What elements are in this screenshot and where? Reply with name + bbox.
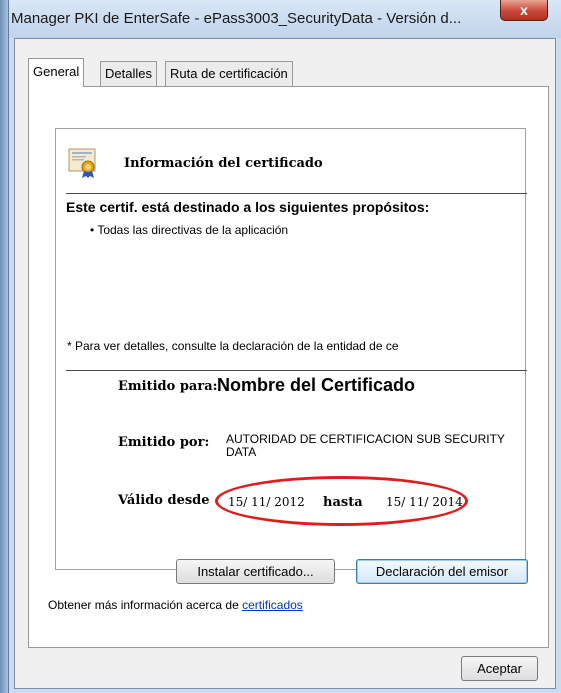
purpose-heading: Este certif. está destinado a los siguie… <box>66 199 430 215</box>
certificate-dialog: Manager PKI de EnterSafe - ePass3003_Sec… <box>8 0 561 693</box>
tab-panel-general: Información del certificado Este certif.… <box>28 86 549 648</box>
issued-by-value: AUTORIDAD DE CERTIFICACION SUB SECURITY … <box>226 433 525 459</box>
issuer-statement-button[interactable]: Declaración del emisor <box>356 559 528 584</box>
tab-general[interactable]: General <box>28 58 85 87</box>
background-window-edge <box>0 0 8 693</box>
certificate-info-title: Información del certificado <box>124 156 323 171</box>
divider <box>66 193 527 194</box>
highlight-ellipse <box>215 476 468 526</box>
statement-note: * Para ver detalles, consulte la declara… <box>67 339 399 353</box>
install-certificate-button[interactable]: Instalar certificado... <box>176 559 335 584</box>
tab-details[interactable]: Detalles <box>100 61 157 86</box>
certificates-link[interactable]: certificados <box>242 598 303 612</box>
title-bar[interactable]: Manager PKI de EnterSafe - ePass3003_Sec… <box>9 0 561 38</box>
issued-to-value: Nombre del Certificado <box>217 375 416 395</box>
issued-to-label: Emitido para: <box>118 379 218 394</box>
purpose-item: • Todas las directivas de la aplicación <box>90 223 289 237</box>
divider <box>66 370 527 371</box>
certificate-icon <box>68 148 96 178</box>
certificate-info-box: Información del certificado Este certif.… <box>55 128 527 570</box>
valid-from-label: Válido desde <box>118 493 210 508</box>
more-info-label: Obtener más información acerca de <box>48 598 243 612</box>
more-info-text: Obtener más información acerca de certif… <box>48 598 303 612</box>
window-title: Manager PKI de EnterSafe - ePass3003_Sec… <box>11 10 462 27</box>
dialog-body: General Detalles Ruta de certificación I… <box>14 38 556 689</box>
issuer-name: AUTORIDAD DE CERTIFICACION SUB SECURITY … <box>226 432 505 459</box>
ok-button[interactable]: Aceptar <box>461 656 538 681</box>
tab-certification-path[interactable]: Ruta de certificación <box>165 61 293 86</box>
close-button[interactable]: x <box>500 0 548 21</box>
issued-by-label: Emitido por: <box>118 435 210 450</box>
